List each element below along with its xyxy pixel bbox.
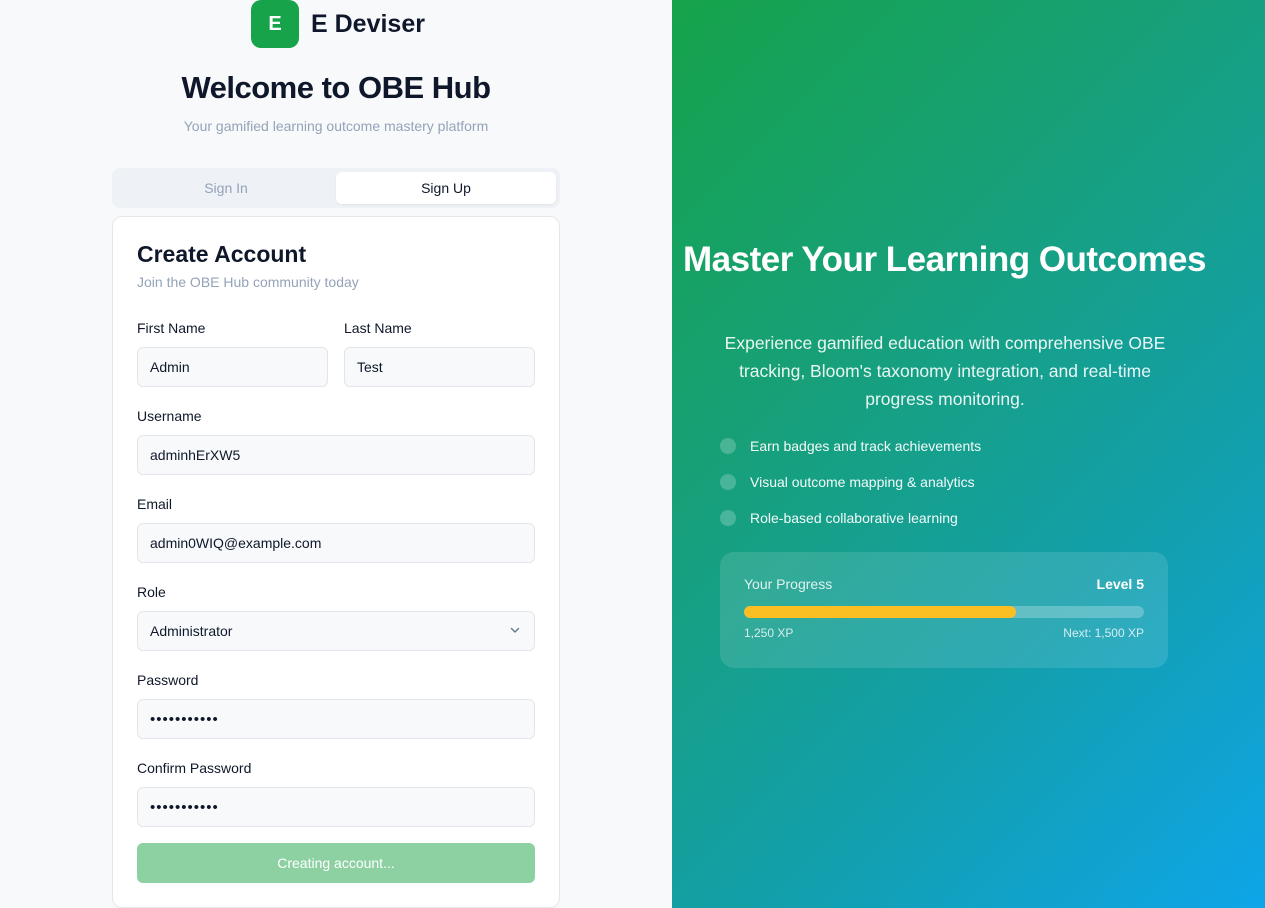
progress-label: Your Progress (744, 576, 833, 592)
list-item: Role-based collaborative learning (720, 506, 981, 530)
signup-card: Create Account Join the OBE Hub communit… (112, 216, 560, 908)
tab-sign-up[interactable]: Sign Up (336, 172, 556, 204)
current-xp: 1,250 XP (744, 626, 794, 640)
last-name-field[interactable]: Test (344, 347, 535, 387)
email-label: Email (137, 496, 173, 512)
first-name-label: First Name (137, 320, 206, 336)
role-select[interactable]: Administrator (137, 611, 535, 651)
username-field[interactable]: adminhErXW5 (137, 435, 535, 475)
bullet-icon (720, 438, 736, 454)
role-select-value: Administrator (150, 623, 233, 639)
first-name-field[interactable]: Admin (137, 347, 328, 387)
role-label: Role (137, 584, 166, 600)
brand-name: E Deviser (311, 9, 425, 38)
hero-title: Master Your Learning Outcomes (683, 240, 1206, 279)
brand: E E Deviser (251, 0, 425, 48)
feature-label: Visual outcome mapping & analytics (750, 474, 975, 490)
confirm-password-label: Confirm Password (137, 760, 252, 776)
feature-label: Earn badges and track achievements (750, 438, 982, 454)
next-xp: Next: 1,500 XP (1063, 626, 1144, 640)
chevron-down-icon (510, 627, 520, 633)
list-item: Visual outcome mapping & analytics (720, 470, 981, 494)
password-field[interactable]: ••••••••••• (137, 699, 535, 739)
auth-panel: E E Deviser Welcome to OBE Hub Your gami… (0, 0, 672, 908)
card-subtitle: Join the OBE Hub community today (137, 274, 359, 290)
page-tagline: Your gamified learning outcome mastery p… (183, 118, 489, 134)
bullet-icon (720, 510, 736, 526)
list-item: Earn badges and track achievements (720, 434, 981, 458)
confirm-password-field[interactable]: ••••••••••• (137, 787, 535, 827)
feature-list: Earn badges and track achievements Visua… (720, 434, 981, 542)
progress-card: Your Progress Level 5 1,250 XP Next: 1,5… (720, 552, 1168, 668)
last-name-label: Last Name (344, 320, 412, 336)
tab-sign-in[interactable]: Sign In (116, 172, 336, 204)
card-title: Create Account (137, 241, 307, 267)
feature-label: Role-based collaborative learning (750, 510, 958, 526)
hero-description: Experience gamified education with compr… (724, 333, 1166, 409)
brand-logo-icon: E (251, 0, 299, 48)
progress-bar-fill (744, 606, 1016, 618)
progress-bar (744, 606, 1144, 618)
email-field[interactable]: admin0WIQ@example.com (137, 523, 535, 563)
bullet-icon (720, 474, 736, 490)
auth-tabs: Sign In Sign Up (112, 168, 560, 208)
level-badge: Level 5 (1096, 576, 1144, 592)
create-account-button[interactable]: Creating account... (137, 843, 535, 883)
page-title: Welcome to OBE Hub (181, 70, 491, 105)
password-label: Password (137, 672, 199, 688)
username-label: Username (137, 408, 202, 424)
hero-panel: Master Your Learning Outcomes Experience… (672, 0, 1265, 908)
